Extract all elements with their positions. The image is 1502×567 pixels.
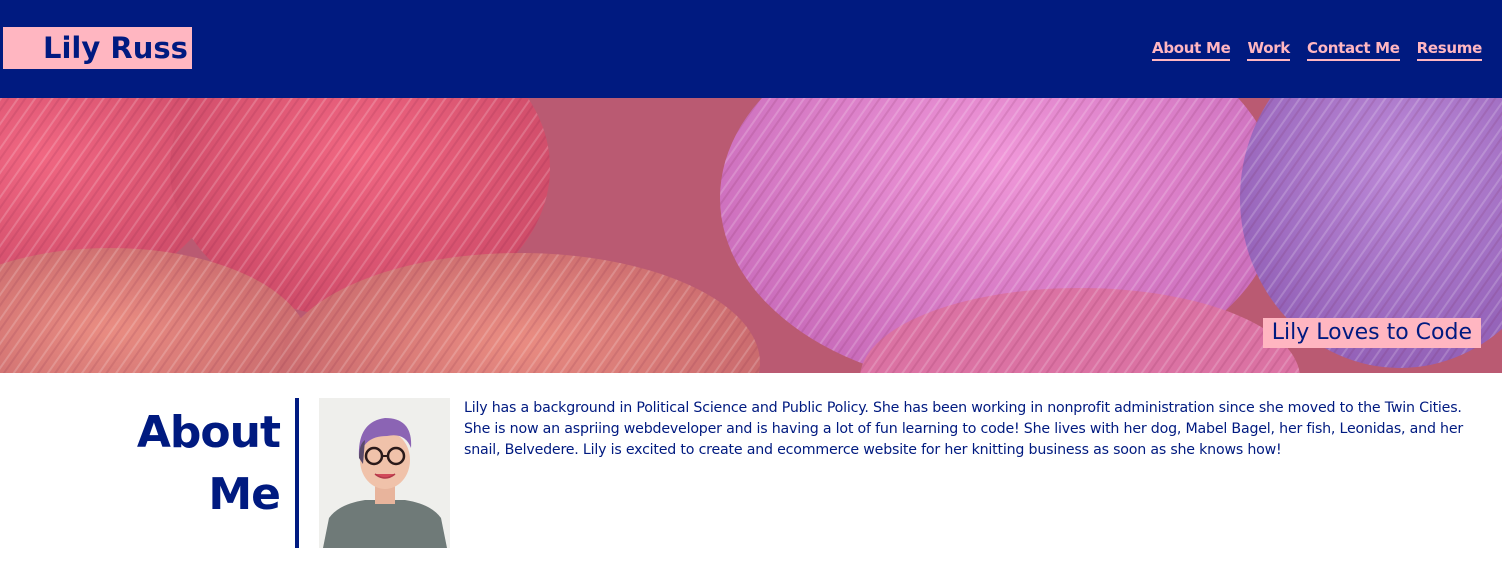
nav-link-resume[interactable]: Resume: [1416, 38, 1482, 61]
nav-link-work[interactable]: Work: [1247, 38, 1290, 61]
about-heading-line1: About: [136, 407, 281, 458]
nav-link-about-me[interactable]: About Me: [1152, 38, 1231, 61]
site-header: Lily Russ About Me Work Contact Me Resum…: [0, 0, 1502, 98]
section-divider: [295, 398, 299, 548]
about-bio: Lily has a background in Political Scien…: [464, 400, 1464, 458]
about-heading-line2: Me: [208, 469, 281, 520]
hero-tagline: Lily Loves to Code: [1262, 318, 1481, 348]
person-portrait-icon: [319, 398, 450, 548]
portrait-photo: [319, 398, 450, 548]
nav-link-contact-me[interactable]: Contact Me: [1306, 38, 1400, 61]
about-heading: About Me: [120, 402, 281, 526]
site-title[interactable]: Lily Russ: [3, 27, 192, 69]
hero-banner: Lily Loves to Code: [0, 98, 1502, 373]
main-nav: About Me Work Contact Me Resume: [1152, 38, 1482, 61]
